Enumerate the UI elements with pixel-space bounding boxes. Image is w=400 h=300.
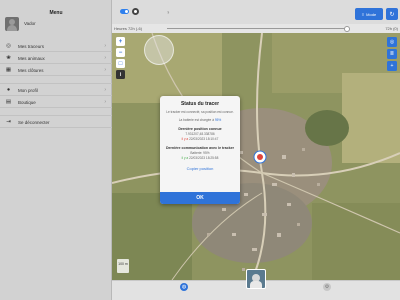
compass-control[interactable] — [144, 35, 174, 65]
battery-status: La batterie est chargée à 95% — [178, 118, 222, 123]
fence-icon: ▦ — [5, 67, 12, 73]
avatar — [5, 17, 19, 31]
time-slider-handle[interactable] — [344, 25, 350, 32]
menu-separator — [0, 108, 112, 116]
logout-icon: ⇥ — [6, 119, 11, 125]
dialog-title: Status du tracer — [180, 101, 220, 107]
map-view[interactable]: + − □ i ◎ ≣ + 100 m — [112, 33, 400, 280]
mode-button[interactable]: ≡ Mode — [355, 8, 383, 20]
profile-name: Vador — [24, 21, 36, 26]
paw-icon: ❀ — [6, 55, 11, 61]
help-text: ? — [167, 10, 170, 15]
top-toolbar: ? ≡ Mode ↻ — [112, 0, 400, 24]
menu-list: ◎ Mes traceurs › ❀ Mes animaux › ▦ Mes c… — [0, 40, 112, 128]
layers-icon: ≣ — [389, 51, 395, 57]
chevron-right-icon: › — [104, 42, 106, 49]
refresh-button[interactable]: ↻ — [386, 8, 398, 20]
menu-title: Menu — [49, 10, 63, 16]
sidebar-item-shop[interactable]: ▤ Boutique › — [0, 96, 112, 108]
time-slider-track[interactable] — [167, 28, 345, 29]
main-area: ? ≡ Mode ↻ Heures 72h (-6) 72h (0) + − □… — [112, 0, 400, 300]
sidebar-item-label: Mes animaux — [18, 55, 45, 61]
sidebar-item-animals[interactable]: ❀ Mes animaux › — [0, 52, 112, 64]
sidebar-item-label: Mes traceurs — [18, 43, 45, 49]
sidebar-menu: Menu Vador ◎ Mes traceurs › ❀ Mes animau… — [0, 0, 112, 300]
pet-photo-button[interactable] — [246, 269, 266, 289]
globe-icon: ◍ — [180, 283, 188, 291]
map-controls: + − □ i — [116, 37, 126, 81]
chevron-right-icon: › — [104, 98, 106, 105]
map-right-controls: ◎ ≣ + — [387, 37, 398, 73]
bottom-tab-bar: ◍ ⚙ — [112, 269, 400, 300]
info-button[interactable]: i — [116, 70, 125, 79]
zoom-in-button[interactable]: + — [116, 37, 125, 46]
tab-settings[interactable]: ⚙ — [307, 283, 347, 292]
layers-icon: ≡ — [361, 11, 365, 17]
fullscreen-button[interactable]: □ — [116, 59, 125, 68]
time-range-bar: Heures 72h (-6) 72h (0) — [112, 24, 400, 33]
square-icon: □ — [118, 60, 123, 67]
last-comm-time: il y a 22/03/2023 18:25:58 — [181, 156, 219, 161]
satellite-map — [112, 33, 400, 280]
dialog-intro: Le tracker est connecté, sa position est… — [166, 110, 234, 114]
zoom-out-button[interactable]: − — [116, 48, 125, 57]
sidebar-item-logout[interactable]: ⇥ Se déconnecter — [0, 116, 112, 128]
crosshair-icon: + — [390, 63, 394, 69]
last-position-time: il y a 22/03/2023 18:10:47 — [181, 137, 219, 142]
chevron-right-icon: › — [104, 86, 106, 93]
sidebar-item-label: Mon profil — [18, 87, 38, 93]
center-button[interactable]: + — [387, 61, 397, 71]
locate-button[interactable]: ◎ — [387, 37, 397, 47]
refresh-icon: ↻ — [389, 11, 395, 18]
map-scale: 100 m — [117, 259, 129, 273]
last-position-coords: 7.931207,48.338786 — [185, 132, 215, 137]
sidebar-item-profile[interactable]: ● Mon profil › — [0, 84, 112, 96]
last-position-title: Dernière position connue — [178, 127, 222, 132]
chevron-right-icon: › — [104, 66, 106, 73]
gear-icon: ⚙ — [323, 283, 331, 291]
last-comm-title: Dernière communication avec le tracker — [165, 146, 235, 151]
chevron-right-icon: › — [104, 54, 106, 61]
locate-icon: ◎ — [389, 39, 395, 45]
menu-separator — [0, 76, 112, 84]
sidebar-item-label: Se déconnecter — [18, 119, 50, 125]
tracker-status-dialog: Status du tracer Le tracker est connecté… — [160, 96, 240, 204]
person-icon: ● — [6, 87, 11, 93]
record-button[interactable] — [132, 8, 139, 15]
last-comm-battery: Batterie: 95% — [190, 151, 210, 156]
ok-button[interactable]: OK — [160, 192, 240, 204]
time-range-start: Heures 72h (-6) — [114, 26, 143, 31]
time-range-end: 72h (0) — [385, 26, 398, 31]
mode-label: Mode — [366, 11, 377, 17]
sidebar-item-label: Mes clôtures — [18, 67, 44, 73]
live-toggle[interactable] — [120, 9, 129, 14]
tracker-icon: ◎ — [6, 43, 11, 49]
sidebar-item-label: Boutique — [18, 99, 36, 105]
minus-icon: − — [118, 49, 123, 56]
sidebar-item-trackers[interactable]: ◎ Mes traceurs › — [0, 40, 112, 52]
info-icon: i — [119, 71, 122, 78]
sidebar-item-fences[interactable]: ▦ Mes clôtures › — [0, 64, 112, 76]
layers-button[interactable]: ≣ — [387, 49, 397, 59]
profile-header[interactable]: Vador — [5, 17, 109, 33]
cart-icon: ▤ — [5, 99, 12, 105]
copy-position-link[interactable]: Copier position — [160, 166, 240, 171]
tab-map[interactable]: ◍ — [164, 283, 204, 292]
plus-icon: + — [118, 38, 123, 45]
